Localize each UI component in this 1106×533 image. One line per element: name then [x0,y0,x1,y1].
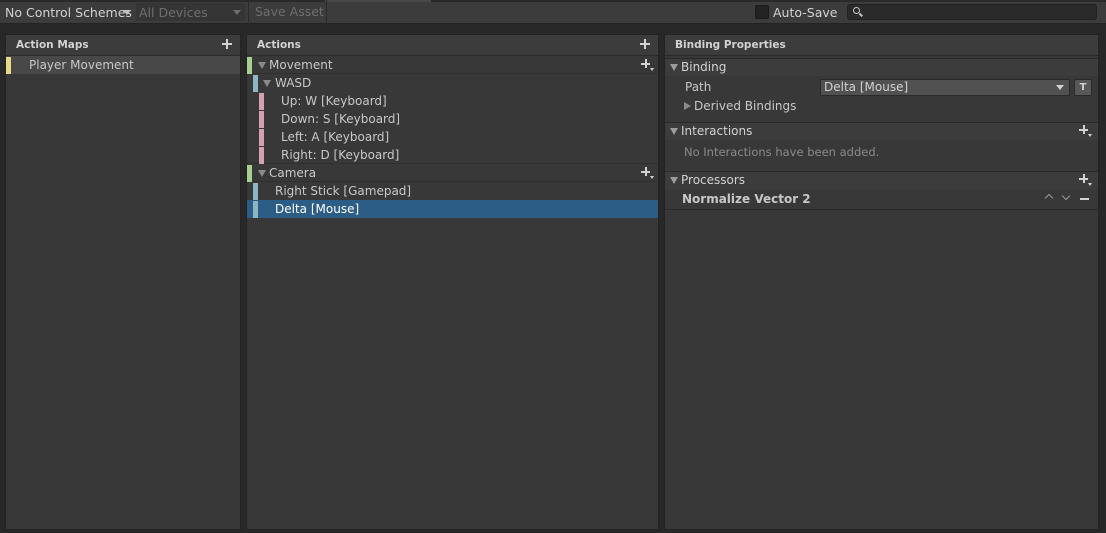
binding-color-bar [253,201,258,218]
toolbar-divider [248,0,249,24]
part-binding-row[interactable]: Right: D [Keyboard] [247,146,658,164]
action-color-bar [247,165,252,182]
processor-item-row[interactable]: Normalize Vector 2 [665,189,1098,210]
path-dropdown[interactable]: Delta [Mouse] [820,79,1070,96]
add-action-button[interactable] [639,37,653,51]
action-color-bar [247,57,252,74]
search-icon [853,7,860,14]
interactions-empty-row: No Interactions have been added. [665,140,1098,164]
devices-label: All Devices [139,4,208,20]
text-mode-button[interactable]: T [1074,79,1092,96]
binding-label: Delta [Mouse] [275,202,360,216]
composite-row-wasd[interactable]: WASD [247,74,658,92]
part-binding-row[interactable]: Up: W [Keyboard] [247,92,658,110]
chevron-down-icon [123,10,131,15]
chevron-down-icon [1056,85,1064,90]
processors-section-header[interactable]: Processors [665,171,1098,189]
processor-label: Normalize Vector 2 [682,192,811,206]
action-maps-panel: Action Maps Player Movement [5,34,241,530]
search-input[interactable] [847,4,1097,20]
binding-properties-title: Binding Properties [675,39,786,51]
derived-bindings-row[interactable]: Derived Bindings [665,97,1098,115]
actions-panel: Actions Movement WASD Up: W [Keyboard] D… [246,34,659,530]
add-binding-button[interactable] [641,166,655,180]
foldout-arrow-icon[interactable] [670,64,678,71]
interactions-section-header[interactable]: Interactions [665,122,1098,140]
add-action-map-button[interactable] [221,37,235,51]
foldout-arrow-icon[interactable] [670,177,678,184]
path-label: Path [685,80,712,94]
binding-label: Right Stick [Gamepad] [275,184,412,198]
add-interaction-button[interactable] [1079,124,1093,138]
foldout-arrow-icon[interactable] [263,80,271,87]
binding-label: Up: W [Keyboard] [281,94,387,108]
action-label: Movement [269,58,333,72]
part-color-bar [259,111,264,128]
action-maps-header: Action Maps [6,35,240,56]
chevron-down-icon [233,10,241,15]
remove-processor-icon[interactable] [1080,198,1089,200]
derived-bindings-label: Derived Bindings [694,99,797,113]
foldout-arrow-icon[interactable] [684,102,691,110]
save-asset-button[interactable]: Save Asset [251,3,326,21]
interactions-section-label: Interactions [681,124,753,138]
interactions-empty-label: No Interactions have been added. [684,145,880,159]
composite-label: WASD [275,76,312,90]
control-scheme-label: No Control Schemes [5,4,132,20]
part-color-bar [259,147,264,164]
path-value: Delta [Mouse] [824,80,909,94]
binding-color-bar [253,183,258,200]
action-map-label: Player Movement [29,58,134,72]
binding-color-bar [253,75,258,92]
toolbar-top-line [0,0,1106,2]
action-map-item[interactable]: Player Movement [6,56,240,74]
binding-label: Down: S [Keyboard] [281,112,401,126]
action-label: Camera [269,166,317,180]
move-down-icon[interactable] [1061,191,1071,201]
foldout-arrow-icon[interactable] [258,170,266,177]
move-up-icon[interactable] [1044,193,1054,203]
action-map-color-bar [6,57,11,74]
binding-row-selected[interactable]: Delta [Mouse] [247,200,658,218]
part-binding-row[interactable]: Down: S [Keyboard] [247,110,658,128]
add-processor-button[interactable] [1079,173,1093,187]
add-binding-button[interactable] [641,58,655,72]
action-maps-title: Action Maps [16,39,89,51]
actions-header: Actions [247,35,658,56]
part-binding-row[interactable]: Left: A [Keyboard] [247,128,658,146]
devices-dropdown[interactable]: All Devices [136,3,245,21]
action-row-camera[interactable]: Camera [247,164,658,182]
binding-row[interactable]: Right Stick [Gamepad] [247,182,658,200]
binding-properties-header: Binding Properties [665,35,1098,56]
part-color-bar [259,93,264,110]
binding-properties-panel: Binding Properties Binding Path Delta [M… [664,34,1099,530]
toolbar-divider [326,0,327,24]
toolbar: No Control Schemes All Devices Save Asse… [0,0,1106,24]
binding-label: Right: D [Keyboard] [281,148,400,162]
auto-save-label[interactable]: Auto-Save [773,5,837,20]
binding-section-label: Binding [681,60,727,74]
foldout-arrow-icon[interactable] [670,128,678,135]
action-row-movement[interactable]: Movement [247,56,658,74]
control-scheme-dropdown[interactable]: No Control Schemes [0,3,134,21]
processors-section-label: Processors [681,173,746,187]
part-color-bar [259,129,264,146]
binding-label: Left: A [Keyboard] [281,130,390,144]
auto-save-checkbox[interactable] [755,5,769,19]
actions-title: Actions [257,39,301,51]
foldout-arrow-icon[interactable] [258,62,266,69]
path-row: Path Delta [Mouse] T [665,76,1098,97]
binding-section-header[interactable]: Binding [665,58,1098,76]
